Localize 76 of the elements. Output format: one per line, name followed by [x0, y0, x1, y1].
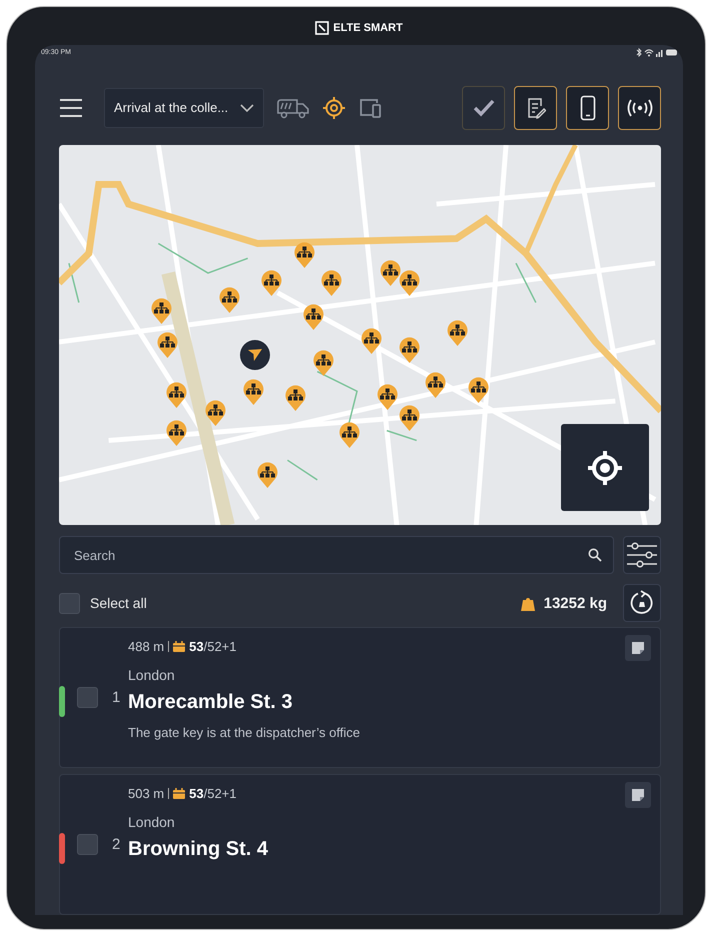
search-icon [588, 548, 602, 562]
location-pin[interactable] [399, 336, 420, 364]
status-dropdown[interactable]: Arrival at the colle... [104, 88, 264, 128]
stop-number: 1 [112, 689, 122, 706]
select-all-label: Select all [90, 595, 147, 611]
location-pin[interactable] [339, 422, 360, 449]
stop-card[interactable]: 1 488 m 53/52+1 London Morecamble St. 3 The gate key is at the dispatcher’s office [59, 627, 661, 768]
distance: 503 m [128, 786, 164, 801]
city: London [128, 667, 176, 683]
location-pin[interactable] [205, 400, 226, 427]
confirm-button[interactable] [462, 86, 505, 130]
menu-icon[interactable] [59, 98, 83, 118]
reset-icon [629, 590, 655, 616]
street-address: Browning St. 4 [128, 838, 268, 861]
broadcast-icon [624, 98, 654, 118]
logo-icon [315, 21, 330, 35]
location-pin[interactable] [425, 372, 446, 399]
checkmark-icon [472, 98, 494, 117]
reset-button[interactable] [623, 584, 661, 622]
location-pin[interactable] [166, 382, 187, 409]
sticky-note-icon [631, 788, 645, 802]
phone-icon [580, 94, 596, 121]
filter-button[interactable] [623, 536, 661, 574]
location-pin[interactable] [380, 260, 401, 287]
chevron-icon [240, 104, 254, 112]
location-pin[interactable] [377, 384, 398, 411]
weight-icon [520, 596, 535, 610]
location-pin[interactable] [399, 404, 420, 432]
status-icons [635, 48, 679, 58]
stop-number: 2 [112, 836, 122, 853]
total-weight: 13252 kg [544, 594, 607, 612]
brand-name: ELTE SMART [333, 22, 403, 34]
broadcast-button[interactable] [618, 86, 661, 130]
location-pin[interactable] [257, 462, 278, 489]
location-pin[interactable] [151, 298, 172, 325]
location-pin[interactable] [261, 270, 282, 297]
location-pin[interactable] [399, 270, 420, 297]
location-pin[interactable] [157, 332, 178, 359]
target-button[interactable] [322, 96, 346, 120]
notes-button[interactable] [514, 86, 557, 130]
map-drawing[interactable] [59, 144, 661, 525]
note-button[interactable] [625, 782, 651, 808]
location-pin[interactable] [468, 376, 489, 404]
devices-button[interactable] [358, 96, 382, 119]
stop-note: The gate key is at the dispatcher’s office [128, 725, 360, 740]
sticky-note-icon [631, 641, 645, 655]
devices-icon [358, 96, 382, 119]
city: London [128, 814, 176, 830]
package-icon [173, 641, 186, 652]
location-pin[interactable] [243, 378, 264, 406]
location-pin[interactable] [166, 420, 187, 447]
sliders-icon [626, 541, 658, 569]
location-pin[interactable] [219, 286, 240, 314]
select-all-checkbox[interactable] [59, 592, 80, 614]
location-pin[interactable] [294, 242, 315, 269]
location-pin[interactable] [285, 384, 306, 412]
target-icon [322, 96, 346, 120]
package-icon [173, 788, 186, 799]
street-address: Morecamble St. 3 [128, 691, 294, 714]
location-pin[interactable] [313, 350, 334, 377]
package-count: 53/52+1 [189, 786, 237, 801]
stop-card[interactable]: 2 503 m 53/52+1 London Browning St. 4 [59, 774, 661, 915]
locate-button[interactable] [561, 424, 649, 511]
phone-button[interactable] [566, 86, 609, 130]
location-pin[interactable] [361, 328, 382, 355]
location-pin[interactable] [321, 270, 342, 297]
stop-checkbox[interactable] [77, 687, 98, 708]
distance: 488 m [128, 639, 164, 654]
package-count: 53/52+1 [189, 639, 237, 654]
note-button[interactable] [625, 635, 651, 661]
location-pin[interactable] [303, 304, 324, 331]
search-field[interactable]: Search [59, 536, 614, 574]
document-edit-icon [526, 96, 546, 119]
location-pin[interactable] [447, 320, 468, 347]
stop-checkbox[interactable] [77, 834, 98, 855]
locate-icon [586, 448, 624, 486]
